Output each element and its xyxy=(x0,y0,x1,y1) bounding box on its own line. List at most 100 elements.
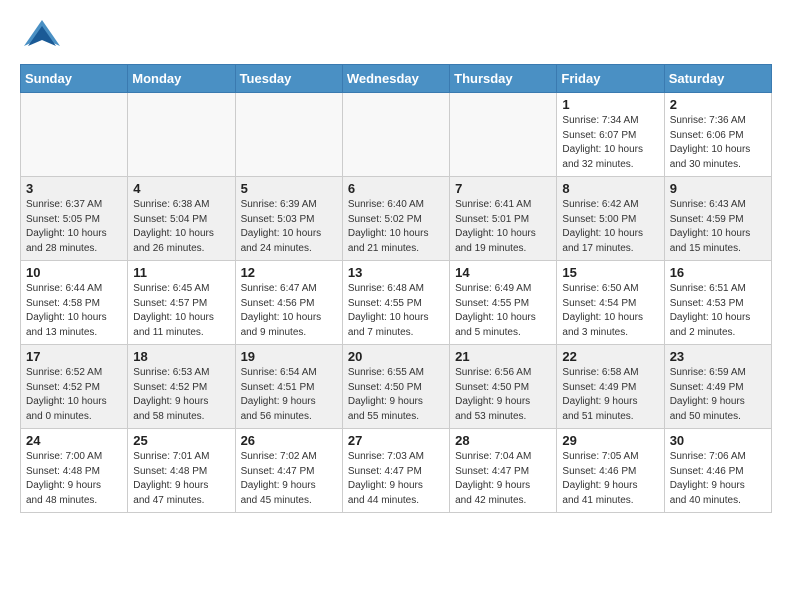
calendar-cell: 1 Sunrise: 7:34 AMSunset: 6:07 PMDaylight… xyxy=(557,93,664,177)
page: SundayMondayTuesdayWednesdayThursdayFrid… xyxy=(0,0,792,529)
calendar-row: 24 Sunrise: 7:00 AMSunset: 4:48 PMDayligh… xyxy=(21,429,772,513)
day-number: 13 xyxy=(348,265,444,280)
calendar-cell: 20 Sunrise: 6:55 AMSunset: 4:50 PMDayligh… xyxy=(342,345,449,429)
day-info: Sunrise: 6:48 AMSunset: 4:55 PMDaylight:… xyxy=(348,282,444,340)
day-info: Sunrise: 7:34 AMSunset: 6:07 PMDaylight:… xyxy=(562,114,658,172)
weekday-header: Thursday xyxy=(450,65,557,93)
day-number: 17 xyxy=(26,349,122,364)
calendar-cell: 25 Sunrise: 7:01 AMSunset: 4:48 PMDayligh… xyxy=(128,429,235,513)
header xyxy=(20,16,772,54)
day-info: Sunrise: 7:06 AMSunset: 4:46 PMDaylight:… xyxy=(670,450,766,508)
calendar-cell: 12Sunrise: 6:47 AMSunset: 4:56 PMDayligh… xyxy=(235,261,342,345)
day-number: 21 xyxy=(455,349,551,364)
calendar-table: SundayMondayTuesdayWednesdayThursdayFrid… xyxy=(20,64,772,513)
calendar-row: 10 Sunrise: 6:44 AMSunset: 4:58 PMDayligh… xyxy=(21,261,772,345)
calendar-cell: 17 Sunrise: 6:52 AMSunset: 4:52 PMDayligh… xyxy=(21,345,128,429)
day-info: Sunrise: 6:54 AMSunset: 4:51 PMDaylight:… xyxy=(241,366,337,424)
day-info: Sunrise: 6:44 AMSunset: 4:58 PMDaylight:… xyxy=(26,282,122,340)
calendar-cell: 10 Sunrise: 6:44 AMSunset: 4:58 PMDayligh… xyxy=(21,261,128,345)
day-info: Sunrise: 6:51 AMSunset: 4:53 PMDaylight:… xyxy=(670,282,766,340)
day-info: Sunrise: 6:52 AMSunset: 4:52 PMDaylight:… xyxy=(26,366,122,424)
day-number: 23 xyxy=(670,349,766,364)
calendar-cell: 19 Sunrise: 6:54 AMSunset: 4:51 PMDayligh… xyxy=(235,345,342,429)
day-info: Sunrise: 6:53 AMSunset: 4:52 PMDaylight:… xyxy=(133,366,229,424)
calendar-row: 3 Sunrise: 6:37 AMSunset: 5:05 PMDaylight… xyxy=(21,177,772,261)
day-info: Sunrise: 6:37 AMSunset: 5:05 PMDaylight:… xyxy=(26,198,122,256)
calendar-cell: 26 Sunrise: 7:02 AMSunset: 4:47 PMDayligh… xyxy=(235,429,342,513)
calendar-cell: 24 Sunrise: 7:00 AMSunset: 4:48 PMDayligh… xyxy=(21,429,128,513)
calendar-cell: 2 Sunrise: 7:36 AMSunset: 6:06 PMDaylight… xyxy=(664,93,771,177)
day-info: Sunrise: 6:41 AMSunset: 5:01 PMDaylight:… xyxy=(455,198,551,256)
day-info: Sunrise: 6:43 AMSunset: 4:59 PMDaylight:… xyxy=(670,198,766,256)
day-info: Sunrise: 7:36 AMSunset: 6:06 PMDaylight:… xyxy=(670,114,766,172)
day-number: 11 xyxy=(133,265,229,280)
calendar-cell: 27 Sunrise: 7:03 AMSunset: 4:47 PMDayligh… xyxy=(342,429,449,513)
day-number: 6 xyxy=(348,181,444,196)
calendar-cell: 3 Sunrise: 6:37 AMSunset: 5:05 PMDaylight… xyxy=(21,177,128,261)
day-number: 20 xyxy=(348,349,444,364)
day-info: Sunrise: 7:02 AMSunset: 4:47 PMDaylight:… xyxy=(241,450,337,508)
day-number: 4 xyxy=(133,181,229,196)
weekday-header: Sunday xyxy=(21,65,128,93)
day-info: Sunrise: 7:03 AMSunset: 4:47 PMDaylight:… xyxy=(348,450,444,508)
day-info: Sunrise: 6:55 AMSunset: 4:50 PMDaylight:… xyxy=(348,366,444,424)
day-number: 24 xyxy=(26,433,122,448)
day-number: 3 xyxy=(26,181,122,196)
day-info: Sunrise: 7:01 AMSunset: 4:48 PMDaylight:… xyxy=(133,450,229,508)
day-number: 16 xyxy=(670,265,766,280)
day-number: 7 xyxy=(455,181,551,196)
weekday-header: Wednesday xyxy=(342,65,449,93)
calendar-cell: 16 Sunrise: 6:51 AMSunset: 4:53 PMDayligh… xyxy=(664,261,771,345)
day-number: 19 xyxy=(241,349,337,364)
day-info: Sunrise: 6:59 AMSunset: 4:49 PMDaylight:… xyxy=(670,366,766,424)
calendar-cell: 7 Sunrise: 6:41 AMSunset: 5:01 PMDaylight… xyxy=(450,177,557,261)
calendar-cell: 15Sunrise: 6:50 AMSunset: 4:54 PMDayligh… xyxy=(557,261,664,345)
weekday-header: Friday xyxy=(557,65,664,93)
calendar-cell xyxy=(21,93,128,177)
calendar-cell: 9Sunrise: 6:43 AMSunset: 4:59 PMDaylight… xyxy=(664,177,771,261)
weekday-header: Tuesday xyxy=(235,65,342,93)
day-number: 14 xyxy=(455,265,551,280)
day-info: Sunrise: 6:40 AMSunset: 5:02 PMDaylight:… xyxy=(348,198,444,256)
day-info: Sunrise: 6:50 AMSunset: 4:54 PMDaylight:… xyxy=(562,282,658,340)
day-info: Sunrise: 6:42 AMSunset: 5:00 PMDaylight:… xyxy=(562,198,658,256)
day-info: Sunrise: 7:05 AMSunset: 4:46 PMDaylight:… xyxy=(562,450,658,508)
calendar-cell: 11 Sunrise: 6:45 AMSunset: 4:57 PMDayligh… xyxy=(128,261,235,345)
day-number: 2 xyxy=(670,97,766,112)
day-info: Sunrise: 6:45 AMSunset: 4:57 PMDaylight:… xyxy=(133,282,229,340)
day-number: 28 xyxy=(455,433,551,448)
calendar-cell: 29 Sunrise: 7:05 AMSunset: 4:46 PMDayligh… xyxy=(557,429,664,513)
day-info: Sunrise: 6:38 AMSunset: 5:04 PMDaylight:… xyxy=(133,198,229,256)
day-number: 8 xyxy=(562,181,658,196)
calendar-cell xyxy=(450,93,557,177)
day-number: 27 xyxy=(348,433,444,448)
calendar-cell xyxy=(128,93,235,177)
weekday-header: Monday xyxy=(128,65,235,93)
calendar-header-row: SundayMondayTuesdayWednesdayThursdayFrid… xyxy=(21,65,772,93)
day-number: 12 xyxy=(241,265,337,280)
calendar-cell xyxy=(235,93,342,177)
day-info: Sunrise: 6:39 AMSunset: 5:03 PMDaylight:… xyxy=(241,198,337,256)
day-info: Sunrise: 6:58 AMSunset: 4:49 PMDaylight:… xyxy=(562,366,658,424)
calendar-cell: 14 Sunrise: 6:49 AMSunset: 4:55 PMDayligh… xyxy=(450,261,557,345)
day-info: Sunrise: 6:49 AMSunset: 4:55 PMDaylight:… xyxy=(455,282,551,340)
calendar-cell: 5 Sunrise: 6:39 AMSunset: 5:03 PMDaylight… xyxy=(235,177,342,261)
day-number: 25 xyxy=(133,433,229,448)
day-number: 29 xyxy=(562,433,658,448)
day-number: 1 xyxy=(562,97,658,112)
weekday-header: Saturday xyxy=(664,65,771,93)
day-number: 5 xyxy=(241,181,337,196)
calendar-cell: 22Sunrise: 6:58 AMSunset: 4:49 PMDayligh… xyxy=(557,345,664,429)
calendar-cell: 18 Sunrise: 6:53 AMSunset: 4:52 PMDayligh… xyxy=(128,345,235,429)
calendar-cell: 6 Sunrise: 6:40 AMSunset: 5:02 PMDaylight… xyxy=(342,177,449,261)
calendar-cell: 21Sunrise: 6:56 AMSunset: 4:50 PMDayligh… xyxy=(450,345,557,429)
calendar-cell: 30 Sunrise: 7:06 AMSunset: 4:46 PMDayligh… xyxy=(664,429,771,513)
day-number: 10 xyxy=(26,265,122,280)
calendar-cell: 23 Sunrise: 6:59 AMSunset: 4:49 PMDayligh… xyxy=(664,345,771,429)
calendar-cell: 28Sunrise: 7:04 AMSunset: 4:47 PMDayligh… xyxy=(450,429,557,513)
day-info: Sunrise: 7:00 AMSunset: 4:48 PMDaylight:… xyxy=(26,450,122,508)
logo-icon xyxy=(20,16,64,54)
day-number: 26 xyxy=(241,433,337,448)
day-number: 18 xyxy=(133,349,229,364)
day-number: 30 xyxy=(670,433,766,448)
